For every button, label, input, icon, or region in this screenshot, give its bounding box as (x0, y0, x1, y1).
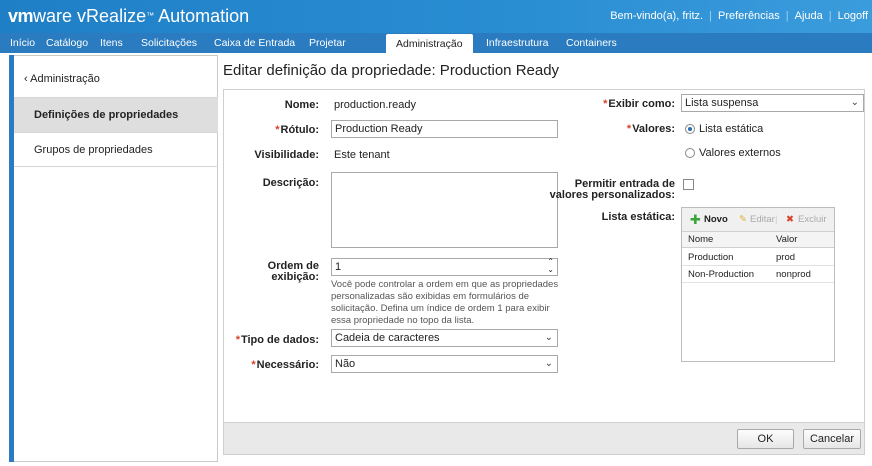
required-select[interactable]: Não ⌄ (331, 355, 558, 373)
static-list-label: Lista estática: (601, 211, 675, 223)
tab-catalogo[interactable]: Catálogo (46, 33, 88, 53)
required-mark: * (251, 359, 256, 371)
chevron-down-icon: ⌄ (544, 358, 553, 369)
display-as-value: Lista suspensa (685, 97, 759, 109)
tab-solicitacoes[interactable]: Solicitações (141, 33, 197, 53)
tab-infraestrutura[interactable]: Infraestrutura (486, 33, 548, 53)
data-type-label-text: Tipo de dados: (240, 334, 319, 346)
data-type-label: *Tipo de dados: (236, 334, 319, 346)
spinner-arrows-icon[interactable]: ⌃ ⌄ (547, 258, 554, 274)
allow-custom-values-label: Permitir entrada de valores personalizado… (550, 179, 675, 201)
description-label: Descrição: (262, 177, 319, 189)
tab-inicio[interactable]: Início (10, 33, 35, 53)
static-list-toolbar: ✚ Novo ✎ Editar | ✖ Excluir (682, 208, 834, 232)
name-value: production.ready (334, 99, 416, 111)
row-name: Non-Production (688, 269, 755, 280)
external-values-radio[interactable] (685, 148, 695, 158)
allow-custom-values-label-2: valores personalizados: (549, 189, 675, 201)
column-header-name[interactable]: Nome (688, 234, 713, 245)
divider: | (828, 10, 832, 22)
sidebar: ‹ Administração Definições de propriedad… (9, 55, 218, 462)
visibility-value: Este tenant (334, 149, 390, 161)
required-mark: * (235, 334, 240, 346)
edit-form: Nome: production.ready *Rótulo: Producti… (223, 89, 865, 455)
plus-icon: ✚ (690, 212, 701, 227)
label-label: *Rótulo: (275, 124, 319, 136)
data-type-select[interactable]: Cadeia de caracteres ⌄ (331, 329, 558, 347)
vmware-logo: vmware vRealize™ Automation (8, 6, 249, 26)
tab-projetar[interactable]: Projetar (309, 33, 346, 53)
pencil-icon: ✎ (739, 214, 747, 225)
static-list-radio-label: Lista estática (699, 123, 764, 135)
divider: | (775, 214, 778, 225)
row-value: prod (776, 252, 796, 263)
form-footer: OK Cancelar (224, 422, 864, 454)
required-label-text: Necessário: (256, 359, 319, 371)
help-link[interactable]: Ajuda (795, 10, 823, 22)
sidebar-item-property-definitions[interactable]: Definições de propriedades (14, 98, 218, 133)
tab-caixa-de-entrada[interactable]: Caixa de Entrada (214, 33, 295, 53)
static-list-header: Nome Valor (682, 232, 834, 248)
values-label: *Valores: (627, 123, 675, 135)
main-nav: Início Catálogo Itens Solicitações Caixa… (0, 33, 872, 53)
new-button[interactable]: Novo (704, 214, 728, 225)
required-mark: * (603, 98, 608, 110)
column-header-value[interactable]: Valor (776, 234, 797, 245)
display-order-label-2: exibição: (271, 271, 319, 283)
product-name-2: Automation (158, 6, 250, 26)
delete-button[interactable]: Excluir (798, 214, 827, 225)
allow-custom-values-checkbox[interactable] (683, 179, 694, 190)
description-textarea[interactable] (331, 172, 558, 248)
welcome-text: Bem-vindo(a), fritz. (610, 10, 704, 22)
visibility-label: Visibilidade: (254, 149, 319, 161)
logo-vm: vm (8, 6, 34, 26)
display-order-value: 1 (335, 261, 342, 273)
sidebar-back-link[interactable]: ‹ Administração (14, 57, 218, 98)
table-row[interactable]: Production prod (682, 249, 834, 266)
external-values-radio-label: Valores externos (699, 147, 781, 159)
row-value: nonprod (776, 269, 811, 280)
tab-itens[interactable]: Itens (100, 33, 123, 53)
product-name: vRealize (77, 6, 147, 26)
static-list-radio[interactable] (685, 124, 695, 134)
cancel-button[interactable]: Cancelar (803, 429, 861, 449)
divider: | (709, 10, 712, 22)
required-label: *Necessário: (251, 359, 319, 371)
values-label-text: Valores: (632, 123, 675, 135)
user-menu: Bem-vindo(a), fritz. | Preferências | Ajuda |… (610, 10, 868, 22)
label-input[interactable]: Production Ready (331, 120, 558, 138)
table-row[interactable]: Non-Production nonprod (682, 266, 834, 283)
display-order-help: Você pode controlar a ordem em que as pr… (331, 279, 559, 326)
data-type-value: Cadeia de caracteres (335, 332, 440, 344)
logoff-link[interactable]: Logoff (838, 10, 868, 22)
label-label-text: Rótulo: (280, 124, 319, 136)
display-as-select[interactable]: Lista suspensa ⌄ (681, 94, 864, 112)
name-label: Nome: (284, 99, 319, 111)
trademark-mark: ™ (146, 11, 155, 20)
edit-button[interactable]: Editar (750, 214, 775, 225)
display-as-label: *Exibir como: (603, 98, 675, 110)
display-order-input[interactable]: 1 ⌃ ⌄ (331, 258, 558, 276)
top-header: vmware vRealize™ Automation Bem-vindo(a)… (0, 0, 872, 33)
chevron-down-icon: ⌄ (544, 332, 553, 343)
chevron-down-icon: ⌄ (850, 97, 859, 108)
tab-administracao[interactable]: Administração (386, 34, 473, 53)
ok-button[interactable]: OK (737, 429, 794, 449)
delete-icon: ✖ (786, 214, 794, 225)
display-order-label: Ordem de exibição: (268, 261, 319, 283)
logo-ware: ware (33, 6, 73, 26)
divider: | (785, 10, 789, 22)
sidebar-item-property-groups[interactable]: Grupos de propriedades (14, 133, 218, 167)
required-mark: * (626, 123, 632, 135)
row-name: Production (688, 252, 734, 263)
display-as-label-text: Exibir como: (608, 98, 675, 110)
tab-containers[interactable]: Containers (566, 33, 617, 53)
required-mark: * (275, 124, 280, 136)
static-list-grid: ✚ Novo ✎ Editar | ✖ Excluir Nome Valor P… (681, 207, 835, 362)
sidebar-back-label: Administração (30, 73, 100, 85)
page-title: Editar definição da propriedade: Product… (223, 62, 560, 79)
required-value: Não (335, 358, 356, 370)
preferences-link[interactable]: Preferências (718, 10, 780, 22)
